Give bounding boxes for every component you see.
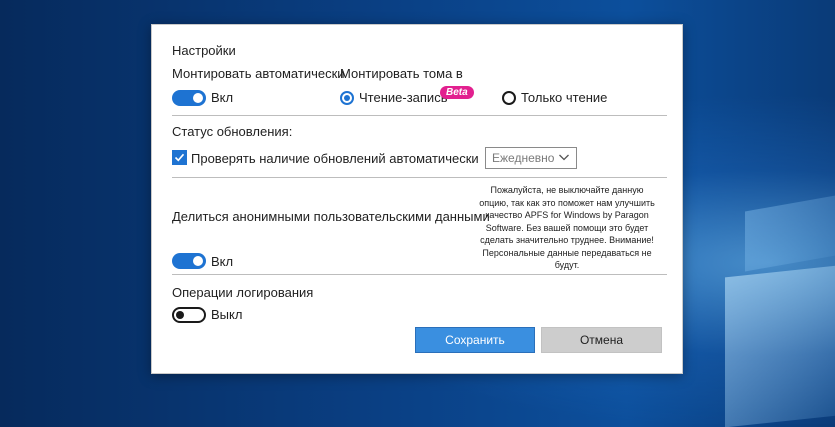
share-data-toggle-label: Вкл <box>211 254 234 269</box>
update-frequency-select[interactable]: Ежедневно <box>485 147 577 169</box>
chevron-down-icon <box>559 154 569 161</box>
beta-badge: Beta <box>440 86 474 99</box>
toggle-knob <box>193 256 203 266</box>
wallpaper-light-panel <box>725 262 835 427</box>
read-only-label: Только чтение <box>521 90 608 105</box>
read-write-radio[interactable] <box>340 91 354 105</box>
auto-mount-label: Монтировать автоматически <box>172 66 345 81</box>
update-status-label: Статус обновления: <box>172 124 293 139</box>
share-data-label: Делиться анонимными пользовательскими да… <box>172 209 490 224</box>
cancel-button[interactable]: Отмена <box>541 327 662 353</box>
update-frequency-value: Ежедневно <box>492 151 555 165</box>
auto-update-checkbox[interactable] <box>172 150 187 165</box>
toggle-knob <box>193 93 203 103</box>
wallpaper-light-beam <box>745 188 835 272</box>
save-settings-button[interactable]: Сохранить настройки <box>415 327 535 371</box>
toggle-knob <box>176 311 184 319</box>
logging-label: Операции логирования <box>172 285 314 300</box>
divider <box>172 177 667 178</box>
logging-toggle[interactable] <box>172 307 206 323</box>
radio-dot <box>344 95 350 101</box>
divider <box>172 115 667 116</box>
logging-toggle-label: Выкл <box>211 307 243 322</box>
mount-mode-label: Монтировать тома в <box>340 66 463 81</box>
divider <box>172 274 667 275</box>
share-data-toggle[interactable] <box>172 253 206 269</box>
auto-mount-toggle[interactable] <box>172 90 206 106</box>
read-write-label: Чтение-запись <box>359 90 448 105</box>
auto-update-label: Проверять наличие обновлений автоматичес… <box>191 151 479 166</box>
dialog-title: Настройки <box>172 43 236 58</box>
settings-dialog: Настройки Монтировать автоматически Монт… <box>151 24 683 374</box>
share-data-note: Пожалуйста, не выключайте данную опцию, … <box>479 185 655 270</box>
auto-mount-toggle-label: Вкл <box>211 90 234 105</box>
check-icon <box>174 153 185 162</box>
read-only-radio[interactable] <box>502 91 516 105</box>
